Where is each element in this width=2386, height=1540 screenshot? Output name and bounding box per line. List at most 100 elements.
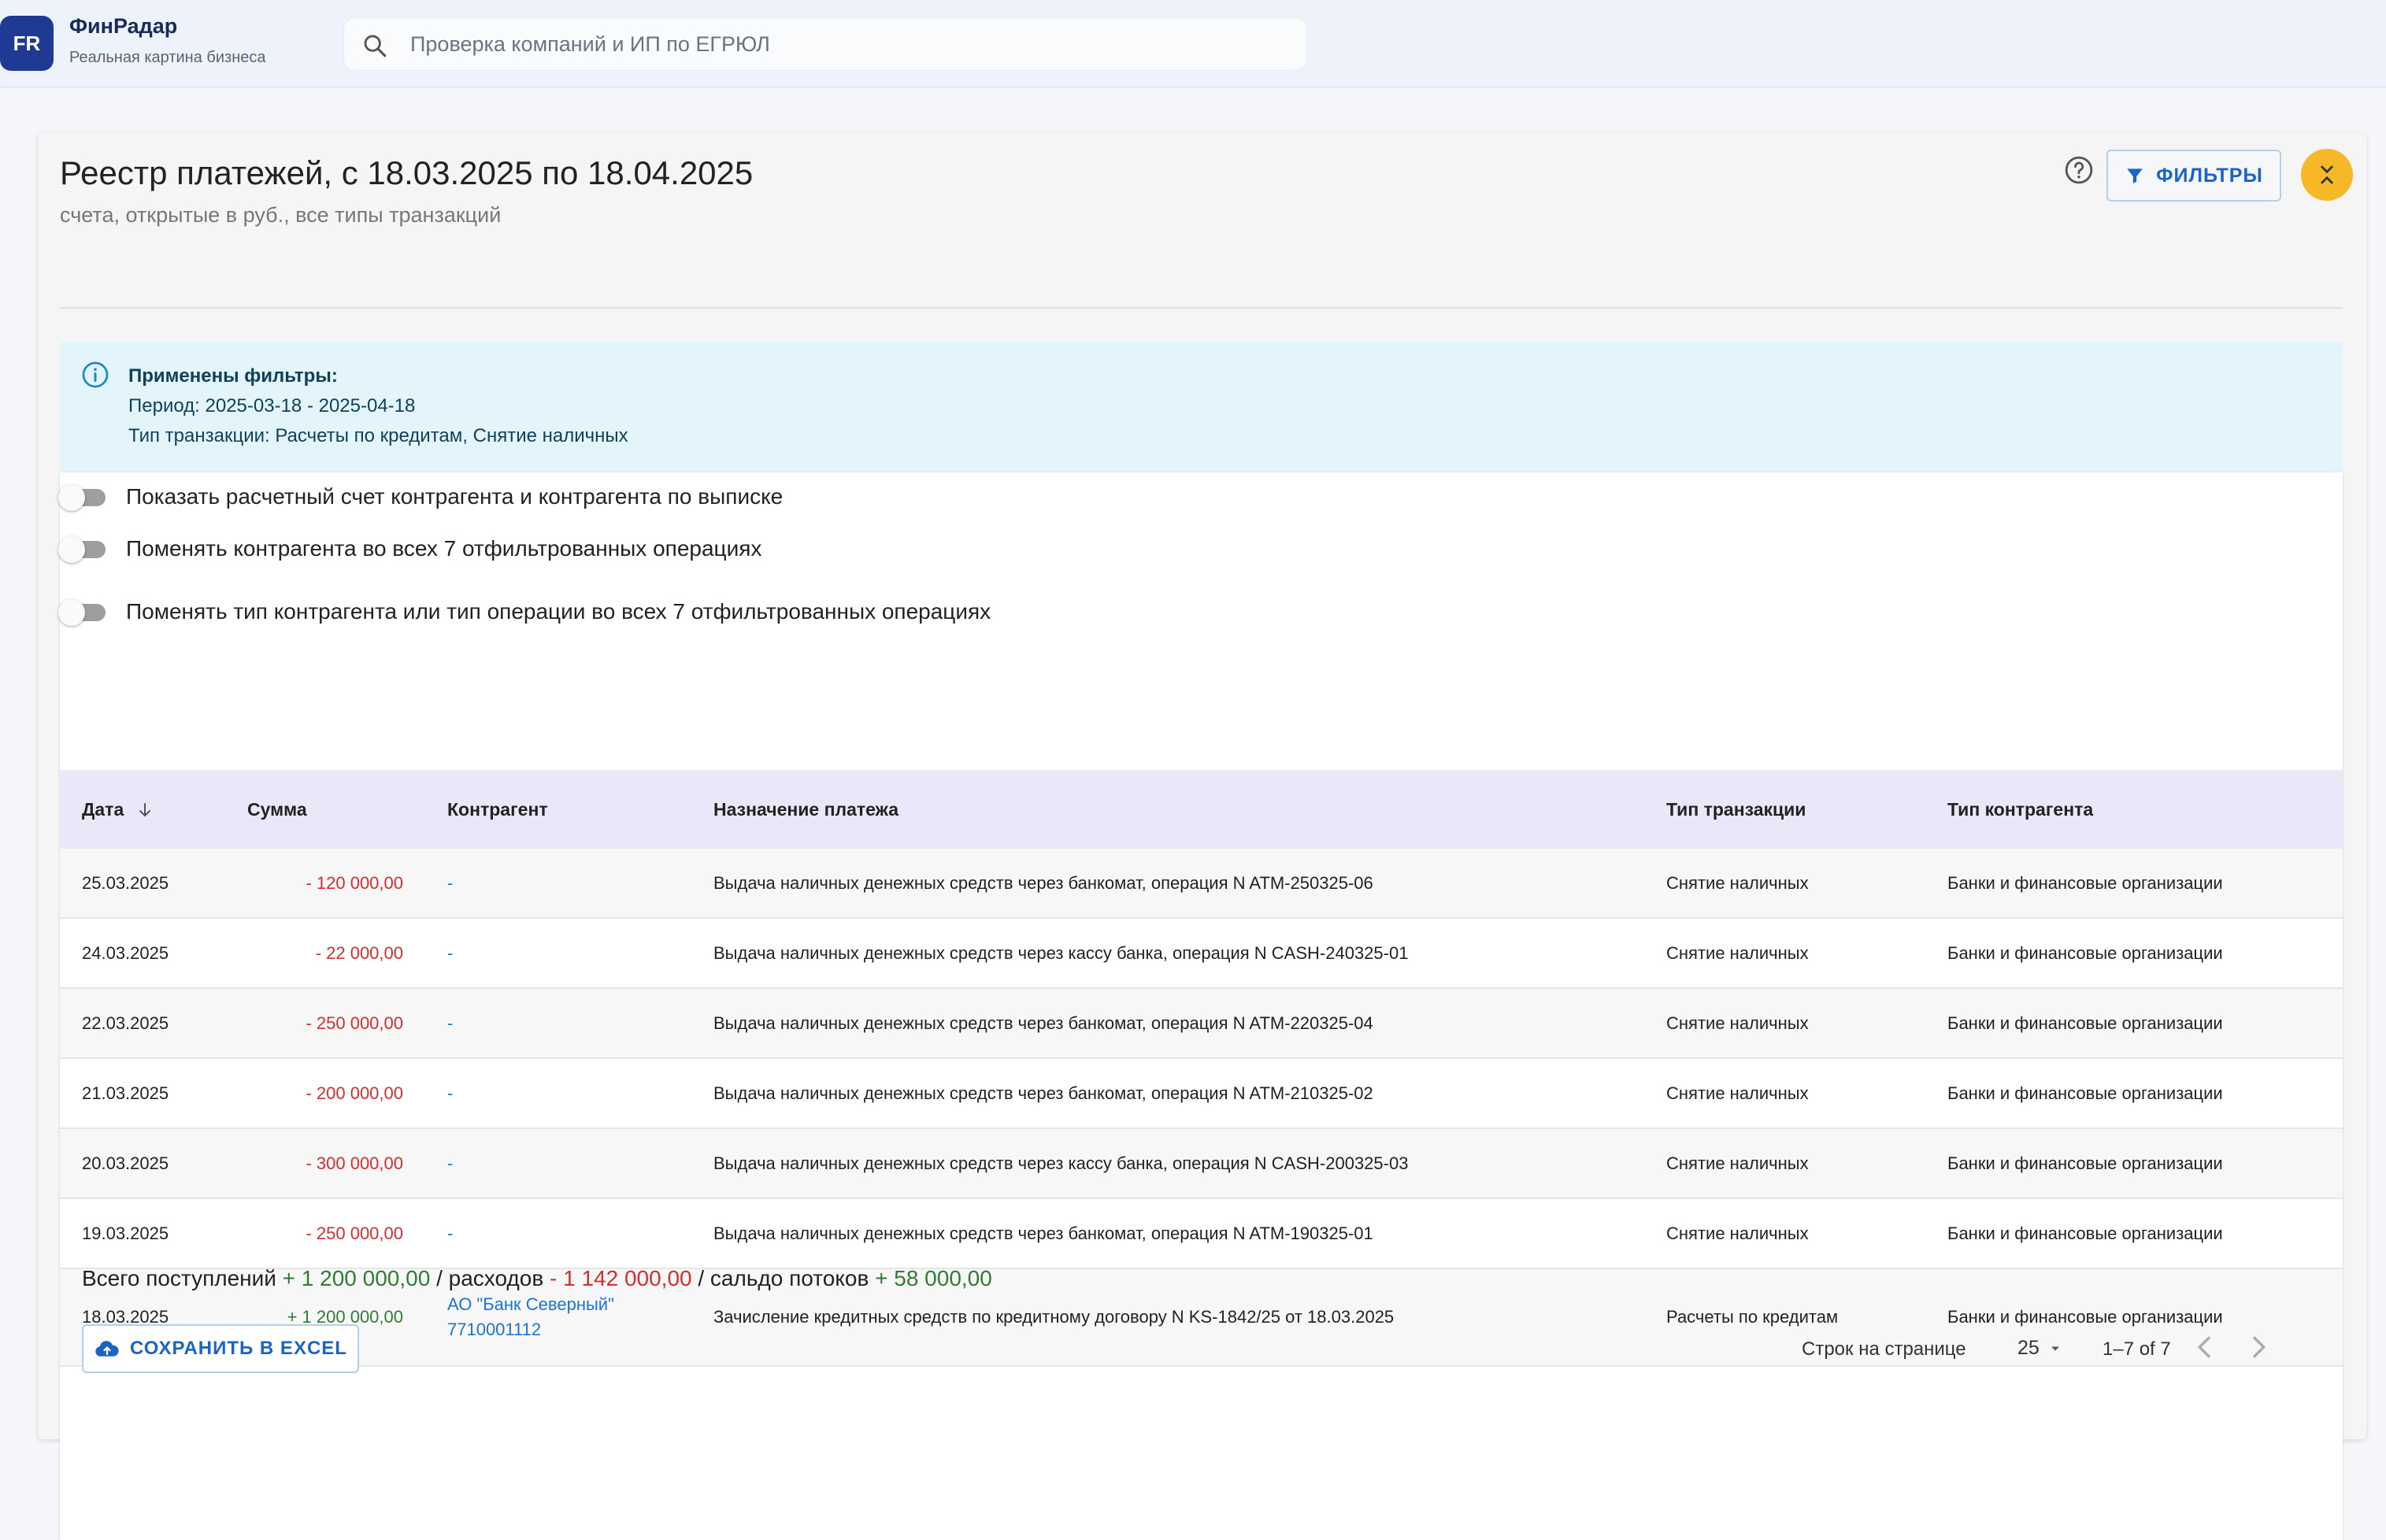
table-row[interactable]: 20.03.2025 - 300 000,00 - Выдача наличных д… bbox=[60, 1129, 2343, 1199]
search-box[interactable] bbox=[343, 17, 1307, 71]
collapse-button[interactable] bbox=[2301, 149, 2353, 201]
cell-counterparty[interactable]: - bbox=[425, 1223, 691, 1244]
counterparty-inn[interactable]: 7710001112 bbox=[447, 1320, 691, 1340]
applied-filter-period: Период: 2025-03-18 - 2025-04-18 bbox=[128, 395, 416, 416]
help-circle-icon[interactable] bbox=[2064, 155, 2094, 185]
cell-counterparty[interactable]: - bbox=[425, 1153, 691, 1174]
chevron-right-icon[interactable] bbox=[2243, 1331, 2274, 1363]
toggle-change-counterparty[interactable]: Поменять контрагента во всех 7 отфильтро… bbox=[58, 529, 762, 568]
column-header-purpose[interactable]: Назначение платежа bbox=[691, 799, 1644, 820]
cell-purpose: Выдача наличных денежных средств через б… bbox=[713, 1083, 1373, 1103]
rows-per-page-value: 25 bbox=[2017, 1337, 2040, 1359]
cell-transaction-type: Снятие наличных bbox=[1666, 1153, 1809, 1173]
cell-counterparty[interactable]: - bbox=[425, 943, 691, 964]
counterparty-name[interactable]: АО "Банк Северный" bbox=[447, 1294, 691, 1315]
cell-counterparty-type: Банки и финансовые организации bbox=[1947, 1083, 2223, 1103]
cell-transaction-type: Снятие наличных bbox=[1666, 1012, 1809, 1033]
cell-transaction-type: Расчеты по кредитам bbox=[1666, 1307, 1839, 1327]
toggle-label: Поменять тип контрагента или тип операци… bbox=[126, 599, 991, 624]
cell-purpose: Выдача наличных денежных средств через б… bbox=[713, 872, 1373, 893]
cell-transaction-type: Снятие наличных bbox=[1666, 1083, 1809, 1103]
search-input[interactable] bbox=[410, 18, 1276, 70]
pagination-range: 1–7 of 7 bbox=[2103, 1338, 2171, 1360]
table-row[interactable]: 22.03.2025 - 250 000,00 - Выдача наличных д… bbox=[60, 989, 2343, 1059]
cell-purpose: Зачисление кредитных средств по кредитно… bbox=[713, 1307, 1395, 1327]
column-header-transaction-type[interactable]: Тип транзакции bbox=[1644, 799, 1925, 820]
top-bar: FR ФинРадар Реальная картина бизнеса bbox=[0, 0, 2386, 88]
counterparty-name[interactable]: - bbox=[447, 1153, 691, 1174]
table-row[interactable]: 21.03.2025 - 200 000,00 - Выдача наличных д… bbox=[60, 1059, 2343, 1129]
cell-transaction-type: Снятие наличных bbox=[1666, 1223, 1809, 1243]
cell-date: 21.03.2025 bbox=[82, 1083, 169, 1103]
filters-button[interactable]: ФИЛЬТРЫ bbox=[2106, 150, 2281, 202]
counterparty-name[interactable]: - bbox=[447, 943, 691, 964]
counterparty-name[interactable]: - bbox=[447, 1223, 691, 1244]
cell-counterparty-type: Банки и финансовые организации bbox=[1947, 1153, 2223, 1173]
cell-counterparty-type: Банки и финансовые организации bbox=[1947, 1223, 2223, 1243]
filters-button-label: ФИЛЬТРЫ bbox=[2156, 164, 2263, 187]
arrow-down-icon[interactable] bbox=[135, 801, 154, 820]
cell-date: 24.03.2025 bbox=[82, 942, 169, 963]
cell-counterparty[interactable]: - bbox=[425, 1083, 691, 1104]
cell-purpose: Выдача наличных денежных средств через к… bbox=[713, 1153, 1409, 1173]
cell-counterparty[interactable]: АО "Банк Северный" 7710001112 bbox=[425, 1294, 691, 1340]
toggle-label: Показать расчетный счет контрагента и ко… bbox=[126, 484, 784, 509]
cell-sum: - 250 000,00 bbox=[306, 1012, 403, 1033]
toggle-switch[interactable] bbox=[58, 481, 109, 513]
cell-sum: - 22 000,00 bbox=[315, 942, 403, 963]
column-header-counterparty-type[interactable]: Тип контрагента bbox=[1925, 799, 2343, 820]
totals-balance-label: / сальдо потоков bbox=[698, 1266, 869, 1290]
toggle-switch[interactable] bbox=[58, 533, 109, 565]
cell-counterparty[interactable]: - bbox=[425, 873, 691, 894]
applied-filters-alert: Применены фильтры: Период: 2025-03-18 - … bbox=[60, 342, 2343, 472]
cell-transaction-type: Снятие наличных bbox=[1666, 872, 1809, 893]
counterparty-name[interactable]: - bbox=[447, 1013, 691, 1034]
column-header-label: Дата bbox=[82, 798, 124, 820]
table-header: Дата Сумма Контрагент Назначение платежа… bbox=[60, 770, 2343, 849]
toggle-change-type[interactable]: Поменять тип контрагента или тип операци… bbox=[58, 592, 991, 631]
totals-income-value: + 1 200 000,00 bbox=[282, 1266, 431, 1290]
cell-date: 20.03.2025 bbox=[82, 1153, 169, 1173]
table-row[interactable]: 24.03.2025 - 22 000,00 - Выдача наличных де… bbox=[60, 919, 2343, 989]
toggle-show-counterparty-account[interactable]: Показать расчетный счет контрагента и ко… bbox=[58, 477, 784, 516]
brand-tagline: Реальная картина бизнеса bbox=[69, 49, 266, 66]
filter-funnel-icon bbox=[2127, 168, 2143, 183]
cell-date: 19.03.2025 bbox=[82, 1223, 169, 1243]
counterparty-name[interactable]: - bbox=[447, 873, 691, 894]
cell-counterparty[interactable]: - bbox=[425, 1013, 691, 1034]
counterparty-name[interactable]: - bbox=[447, 1083, 691, 1104]
applied-filters-title: Применены фильтры: bbox=[128, 365, 338, 387]
column-header-date[interactable]: Дата bbox=[60, 799, 225, 820]
cell-counterparty-type: Банки и финансовые организации bbox=[1947, 942, 2223, 963]
brand-name[interactable]: ФинРадар bbox=[69, 14, 177, 39]
cell-counterparty-type: Банки и финансовые организации bbox=[1947, 1012, 2223, 1033]
save-excel-button[interactable]: СОХРАНИТЬ В EXCEL bbox=[82, 1324, 359, 1373]
applied-filter-types: Тип транзакции: Расчеты по кредитам, Сня… bbox=[128, 425, 628, 446]
cell-transaction-type: Снятие наличных bbox=[1666, 942, 1809, 963]
cell-sum: - 250 000,00 bbox=[306, 1223, 403, 1243]
logo-badge[interactable]: FR bbox=[0, 16, 54, 71]
cell-sum: - 200 000,00 bbox=[306, 1083, 403, 1103]
table-row[interactable]: 19.03.2025 - 250 000,00 - Выдача наличных д… bbox=[60, 1199, 2343, 1269]
toggle-label: Поменять контрагента во всех 7 отфильтро… bbox=[126, 536, 762, 561]
rows-per-page-select[interactable]: 25 bbox=[2017, 1337, 2063, 1360]
caret-down-icon bbox=[2051, 1346, 2059, 1350]
column-header-counterparty[interactable]: Контрагент bbox=[425, 799, 691, 820]
cell-counterparty-type: Банки и финансовые организации bbox=[1947, 872, 2223, 893]
column-header-sum[interactable]: Сумма bbox=[225, 799, 425, 820]
cloud-upload-icon bbox=[95, 1341, 119, 1357]
info-circle-icon bbox=[82, 361, 109, 388]
cell-date: 25.03.2025 bbox=[82, 872, 169, 893]
totals-balance-value: + 58 000,00 bbox=[875, 1266, 992, 1290]
page-subtitle: счета, открытые в руб., все типы транзак… bbox=[60, 203, 502, 227]
chevron-left-icon[interactable] bbox=[2189, 1331, 2221, 1363]
totals-line: Всего поступлений + 1 200 000,00 / расхо… bbox=[82, 1266, 992, 1291]
cell-counterparty-type: Банки и финансовые организации bbox=[1947, 1307, 2223, 1327]
toggle-switch[interactable] bbox=[58, 596, 109, 627]
table-row[interactable]: 25.03.2025 - 120 000,00 - Выдача наличных д… bbox=[60, 849, 2343, 919]
totals-expense-value: - 1 142 000,00 bbox=[550, 1266, 692, 1290]
cell-sum: - 120 000,00 bbox=[306, 872, 403, 893]
cell-purpose: Выдача наличных денежных средств через б… bbox=[713, 1223, 1373, 1243]
header-divider bbox=[60, 307, 2343, 309]
collapse-chevrons-icon bbox=[2321, 165, 2333, 184]
